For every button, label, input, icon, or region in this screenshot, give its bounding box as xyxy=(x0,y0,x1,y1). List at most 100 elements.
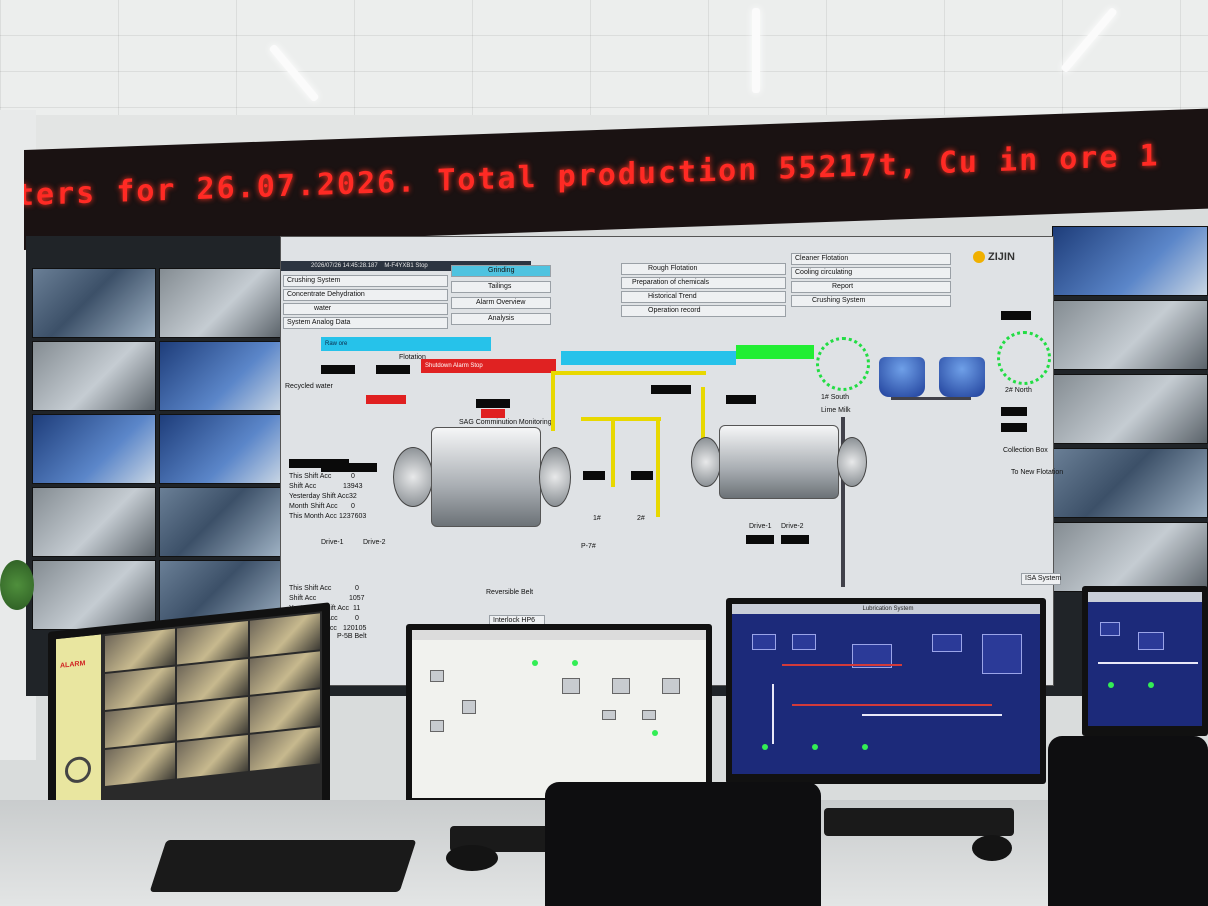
keyboard[interactable] xyxy=(149,840,417,892)
stat-value: 1057 xyxy=(349,595,365,602)
stat-value: 0 xyxy=(351,503,355,510)
equipment-node[interactable] xyxy=(662,678,680,694)
status-indicator xyxy=(762,744,768,750)
stat-value: 120105 xyxy=(343,625,367,632)
menu-analysis[interactable]: Analysis xyxy=(451,313,551,325)
process-monitor xyxy=(406,624,712,808)
menu-cooling-circulating[interactable]: Cooling circulating xyxy=(791,267,951,279)
mouse[interactable] xyxy=(972,835,1012,861)
readout xyxy=(1001,423,1027,432)
readout xyxy=(746,535,774,544)
camera-thumbnail[interactable] xyxy=(249,689,320,733)
slurry-pipe xyxy=(611,417,615,487)
isa-system-button[interactable]: ISA System xyxy=(1021,573,1061,585)
menu-system-analog-data[interactable]: System Analog Data xyxy=(283,317,448,329)
mouse[interactable] xyxy=(446,845,498,871)
timestamp: 2026/07/26 14:45:28.187 xyxy=(311,263,378,269)
camera-thumbnail[interactable] xyxy=(249,651,320,695)
status-indicator xyxy=(812,744,818,750)
keyboard[interactable] xyxy=(824,808,1014,836)
menu-alarm-overview[interactable]: Alarm Overview xyxy=(451,297,551,309)
feeder-2-label: 2# xyxy=(637,515,645,522)
lubrication-monitor-screen: Lubrication System xyxy=(732,604,1040,774)
stat-label: This Shift Acc xyxy=(289,473,332,480)
lubrication-node[interactable] xyxy=(982,634,1022,674)
equipment-node[interactable] xyxy=(642,710,656,720)
stat-label: Shift Acc xyxy=(289,483,317,490)
camera-feed[interactable] xyxy=(158,268,282,338)
camera-thumbnail[interactable] xyxy=(177,659,248,703)
menu-crushing-system[interactable]: Crushing System xyxy=(283,275,448,287)
stat-value: 1237603 xyxy=(339,513,367,520)
slurry-pipe xyxy=(656,417,660,517)
menu-preparation-of-chemicals[interactable]: Preparation of chemicals xyxy=(621,277,786,289)
menu-crushing-system-2[interactable]: Crushing System xyxy=(791,295,951,307)
process-monitor-screen xyxy=(412,630,706,798)
sag-mill xyxy=(431,427,541,527)
lubrication-title: Lubrication System xyxy=(862,606,914,612)
menu-grinding[interactable]: Grinding xyxy=(451,265,551,277)
camera-feed[interactable] xyxy=(32,560,156,630)
equipment-node[interactable] xyxy=(602,710,616,720)
camera-feed[interactable] xyxy=(158,414,282,484)
equipment-node[interactable] xyxy=(430,720,444,732)
ceiling-light xyxy=(752,8,760,93)
stat-label: Yesterday Shift Acc xyxy=(289,493,350,500)
menu-tailings[interactable]: Tailings xyxy=(451,281,551,293)
aux-node[interactable] xyxy=(1100,622,1120,636)
camera-feed[interactable] xyxy=(158,341,282,411)
equipment-node[interactable] xyxy=(612,678,630,694)
camera-thumbnail[interactable] xyxy=(105,742,176,787)
camera-feed[interactable] xyxy=(32,414,156,484)
logo-mark-icon xyxy=(973,251,985,264)
camera-thumbnail[interactable] xyxy=(105,628,176,673)
menu-water[interactable]: water xyxy=(283,303,448,315)
equipment-node[interactable] xyxy=(562,678,580,694)
menu-historical-trend[interactable]: Historical Trend xyxy=(621,291,786,303)
camera-feed[interactable] xyxy=(32,487,156,557)
camera-thumbnail[interactable] xyxy=(249,613,320,657)
to-new-flotation-label: To New Flotation xyxy=(1011,469,1064,476)
menu-concentrate-dehydration[interactable]: Concentrate Dehydration xyxy=(283,289,448,301)
lubrication-monitor: Lubrication System xyxy=(726,598,1046,784)
signal-line xyxy=(862,714,1002,716)
camera-thumbnail[interactable] xyxy=(105,666,176,711)
drive-2-label: Drive-2 xyxy=(781,523,804,530)
menu-operation-record[interactable]: Operation record xyxy=(621,305,786,317)
status-indicator xyxy=(572,660,578,666)
status-indicator xyxy=(1108,682,1114,688)
camera-thumbnail[interactable] xyxy=(177,621,248,665)
stat-value: 0 xyxy=(355,615,359,622)
aux-node[interactable] xyxy=(1138,632,1164,650)
camera-thumbnail[interactable] xyxy=(249,727,320,771)
thickener-north xyxy=(997,331,1051,385)
camera-feed[interactable] xyxy=(1052,300,1208,370)
lubrication-node[interactable] xyxy=(752,634,776,650)
ball-mill-end-left xyxy=(691,437,721,487)
camera-feed[interactable] xyxy=(32,341,156,411)
camera-feed[interactable] xyxy=(1052,226,1208,296)
menu-rough-flotation[interactable]: Rough Flotation xyxy=(621,263,786,275)
camera-feed[interactable] xyxy=(158,487,282,557)
camera-feed[interactable] xyxy=(32,268,156,338)
readout xyxy=(476,399,510,408)
reversible-belt-label: Reversible Belt xyxy=(486,589,534,596)
camera-thumbnail[interactable] xyxy=(105,704,176,749)
menu-report[interactable]: Report xyxy=(791,281,951,293)
camera-feed[interactable] xyxy=(1052,448,1208,518)
menu-cleaner-flotation[interactable]: Cleaner Flotation xyxy=(791,253,951,265)
equipment-node[interactable] xyxy=(430,670,444,682)
camera-thumbnail[interactable] xyxy=(177,697,248,741)
stat-label: This Shift Acc xyxy=(289,585,332,592)
lubrication-node[interactable] xyxy=(932,634,962,652)
camera-feed[interactable] xyxy=(1052,522,1208,592)
camera-feed[interactable] xyxy=(1052,374,1208,444)
camera-thumbnail[interactable] xyxy=(177,735,248,779)
stat-value: 0 xyxy=(355,585,359,592)
readout xyxy=(631,471,653,480)
stat-value: 11 xyxy=(353,605,361,612)
equipment-node[interactable] xyxy=(462,700,476,714)
water-pipe xyxy=(891,397,971,400)
readout xyxy=(651,385,691,394)
lubrication-node[interactable] xyxy=(792,634,816,650)
